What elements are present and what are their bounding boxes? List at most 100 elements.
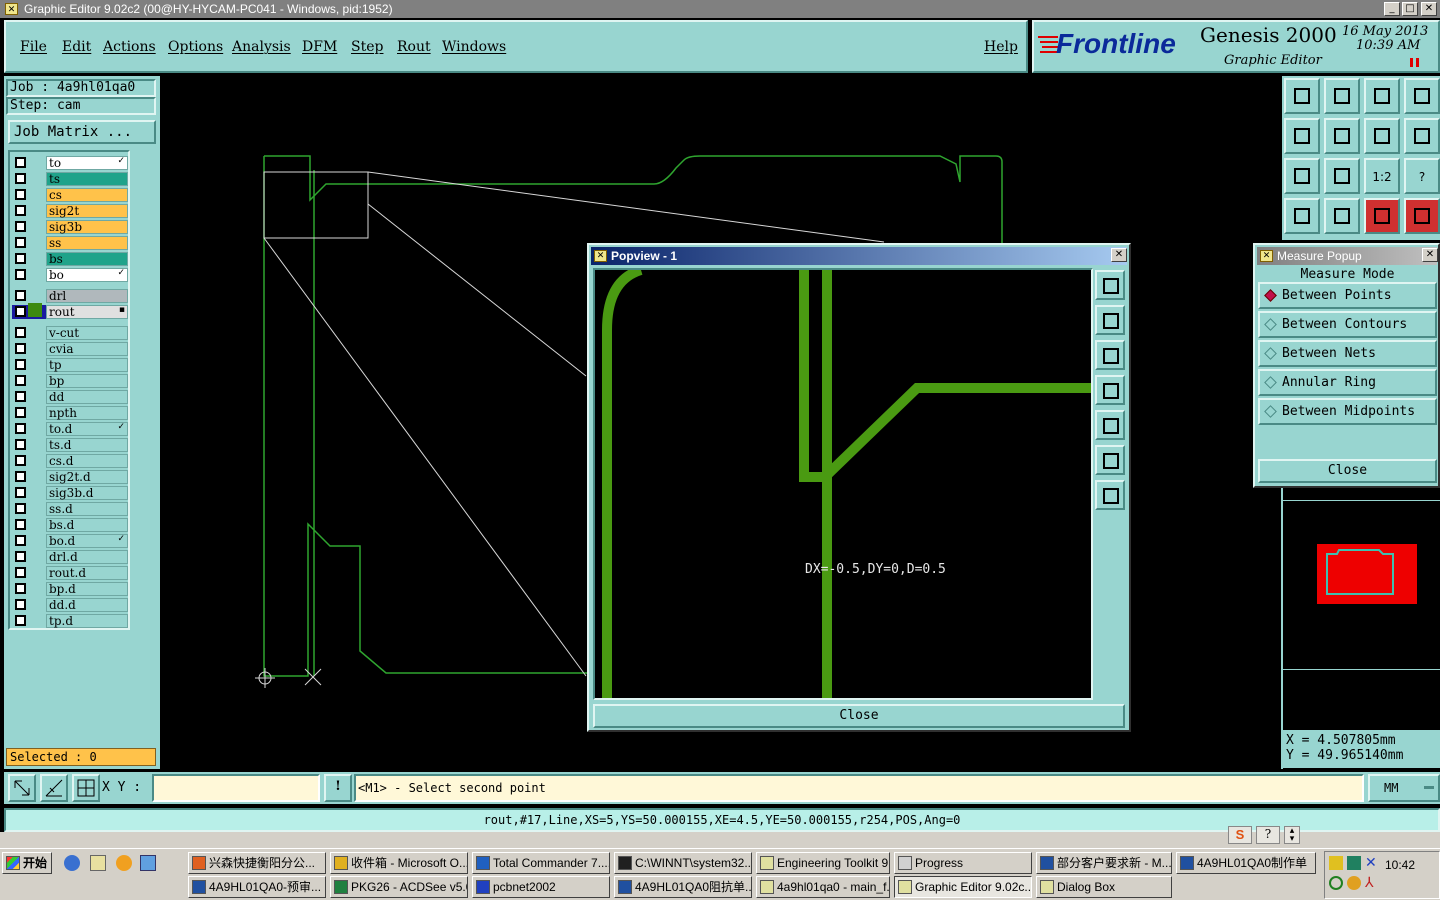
layer-row-ts[interactable]: ts: [12, 172, 128, 186]
layer-row-to-d[interactable]: to.d ✓: [12, 422, 128, 436]
menu-help[interactable]: Help: [984, 39, 1018, 55]
help-icon[interactable]: ?: [1256, 826, 1280, 844]
layer-name[interactable]: tp: [46, 358, 128, 372]
layer-row-sig3b-d[interactable]: sig3b.d: [12, 486, 128, 500]
taskbar-item[interactable]: Progress: [894, 852, 1032, 874]
tray-arrow-icon[interactable]: ⅄: [1365, 874, 1374, 891]
media-icon[interactable]: [116, 855, 132, 871]
layer-row-drl[interactable]: drl: [12, 289, 128, 303]
layer-row-cvia[interactable]: cvia: [12, 342, 128, 356]
layer-name[interactable]: sig2t: [46, 204, 128, 218]
layer-checkbox[interactable]: [15, 306, 26, 317]
snap-tool-icon[interactable]: [1324, 198, 1360, 234]
layer-checkbox[interactable]: [15, 503, 26, 514]
layer-checkbox[interactable]: [15, 269, 26, 280]
redraw-icon[interactable]: [1404, 118, 1440, 154]
layer-name[interactable]: bp: [46, 374, 128, 388]
minimize-button[interactable]: _: [1384, 2, 1400, 16]
board-thumbnail[interactable]: [1317, 544, 1419, 606]
popview-title[interactable]: Popview - 1: [591, 247, 1127, 265]
maximize-button[interactable]: □: [1402, 2, 1418, 16]
layer-row-sig3b[interactable]: sig3b: [12, 220, 128, 234]
measure-tool-icon[interactable]: [40, 774, 68, 802]
pv-right-icon[interactable]: [1095, 410, 1125, 440]
layer-row-tp-d[interactable]: tp.d: [12, 614, 128, 628]
taskbar-item[interactable]: 兴森快捷衡阳分公...: [188, 852, 326, 874]
layer-name[interactable]: drl: [46, 289, 128, 303]
layer-checkbox[interactable]: [15, 253, 26, 264]
zoom-1-2-icon[interactable]: 1:2: [1364, 158, 1400, 194]
drc-compare-icon[interactable]: [1404, 198, 1440, 234]
layer-checkbox[interactable]: [15, 237, 26, 248]
layer-name[interactable]: bs.d: [46, 518, 128, 532]
layer-checkbox[interactable]: [15, 615, 26, 626]
layer-checkbox[interactable]: [15, 551, 26, 562]
layer-row-ss[interactable]: ss: [12, 236, 128, 250]
units-select[interactable]: MM: [1368, 774, 1440, 802]
layer-name[interactable]: v-cut: [46, 326, 128, 340]
layer-row-ts-d[interactable]: ts.d: [12, 438, 128, 452]
tray-x-icon[interactable]: ✕: [1365, 854, 1377, 871]
layer-checkbox[interactable]: [15, 487, 26, 498]
taskbar-item[interactable]: pcbnet2002: [472, 876, 610, 898]
layer-row-bo-d[interactable]: bo.d ✓: [12, 534, 128, 548]
layer-checkbox[interactable]: [15, 359, 26, 370]
layer-name[interactable]: ss: [46, 236, 128, 250]
layer-checkbox[interactable]: [15, 391, 26, 402]
layer-name[interactable]: dd: [46, 390, 128, 404]
layer-name[interactable]: npth: [46, 406, 128, 420]
layer-checkbox[interactable]: [15, 471, 26, 482]
layer-row-bp-d[interactable]: bp.d: [12, 582, 128, 596]
menu-dfm[interactable]: DFM: [302, 39, 337, 55]
measure-between-points[interactable]: Between Points: [1258, 282, 1437, 309]
layer-checkbox[interactable]: [15, 375, 26, 386]
window-title-bar[interactable]: ✕ Graphic Editor 9.02c2 (00@HY-HYCAM-PC0…: [0, 0, 1440, 18]
layer-row-drl-d[interactable]: drl.d: [12, 550, 128, 564]
taskbar-item[interactable]: 收件箱 - Microsoft O...: [330, 852, 468, 874]
fit-profile-icon[interactable]: [1324, 158, 1360, 194]
layer-name[interactable]: cs.d: [46, 454, 128, 468]
layer-row-cs-d[interactable]: cs.d: [12, 454, 128, 468]
layer-name[interactable]: rout: [46, 305, 128, 319]
measure-annular-ring[interactable]: Annular Ring: [1258, 369, 1437, 396]
start-button[interactable]: 开始: [2, 852, 52, 874]
menu-step[interactable]: Step: [351, 39, 383, 55]
layer-checkbox[interactable]: [15, 423, 26, 434]
layer-row-sig2t[interactable]: sig2t: [12, 204, 128, 218]
layer-name[interactable]: ts.d: [46, 438, 128, 452]
zoom-down-icon[interactable]: [1324, 78, 1360, 114]
close-window-button[interactable]: ✕: [1421, 2, 1437, 16]
layer-row-bo[interactable]: bo ✓: [12, 268, 128, 282]
taskbar-item[interactable]: C:\WINNT\system32...: [614, 852, 752, 874]
layer-checkbox[interactable]: [15, 221, 26, 232]
layer-name[interactable]: bo: [46, 268, 128, 282]
layer-checkbox[interactable]: [15, 567, 26, 578]
taskbar-item[interactable]: Graphic Editor 9.02c...: [894, 876, 1032, 898]
layer-row-bs-d[interactable]: bs.d: [12, 518, 128, 532]
tray-pen-icon[interactable]: [1329, 856, 1343, 870]
grid-icon[interactable]: [72, 774, 100, 802]
measure-between-midpoints[interactable]: Between Midpoints: [1258, 398, 1437, 425]
layer-name[interactable]: bs: [46, 252, 128, 266]
layer-checkbox[interactable]: [15, 455, 26, 466]
layer-checkbox[interactable]: [15, 519, 26, 530]
layer-checkbox[interactable]: [15, 327, 26, 338]
zoom-up-icon[interactable]: [1284, 78, 1320, 114]
taskbar-item[interactable]: 4A9HL01QA0制作单: [1176, 852, 1316, 874]
layer-checkbox[interactable]: [15, 583, 26, 594]
layer-checkbox[interactable]: [15, 343, 26, 354]
layer-row-v-cut[interactable]: v-cut: [12, 326, 128, 340]
layer-checkbox[interactable]: [15, 157, 26, 168]
pv-up-icon[interactable]: [1095, 305, 1125, 335]
undo-zoom-icon[interactable]: [1364, 118, 1400, 154]
tray-clock-icon[interactable]: [1347, 876, 1361, 890]
menu-analysis[interactable]: Analysis: [232, 39, 291, 55]
layer-checkbox[interactable]: [15, 173, 26, 184]
menu-windows[interactable]: Windows: [442, 39, 506, 55]
pv-zoom-icon[interactable]: [1095, 270, 1125, 300]
layer-checkbox[interactable]: [15, 535, 26, 546]
pv-down-icon[interactable]: [1095, 340, 1125, 370]
drc-view-icon[interactable]: [1364, 198, 1400, 234]
help-query-icon[interactable]: ?: [1404, 158, 1440, 194]
layer-name[interactable]: tp.d: [46, 614, 128, 628]
